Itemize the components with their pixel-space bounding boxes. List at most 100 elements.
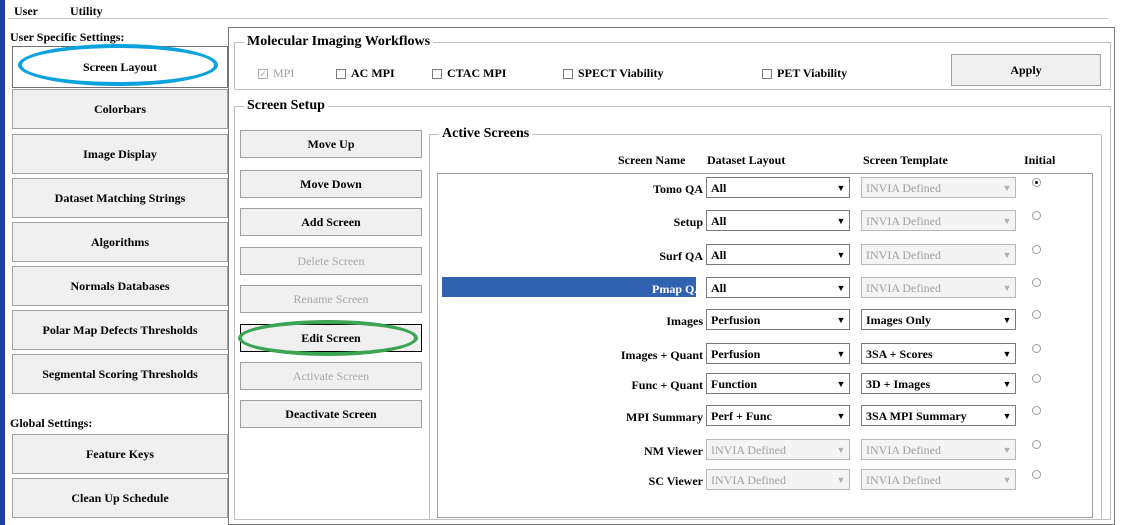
chevron-down-icon[interactable]: ▼ <box>833 278 849 297</box>
initial-radio[interactable] <box>1032 310 1041 319</box>
sidebar-item-colorbars[interactable]: Colorbars <box>12 89 228 129</box>
checkbox-box <box>336 68 346 79</box>
checkbox-spect-viability[interactable]: SPECT Viability <box>563 66 663 81</box>
chevron-down-icon[interactable]: ▼ <box>999 245 1015 264</box>
screen-template-select[interactable]: INVIA Defined ▼ <box>861 244 1016 265</box>
menu-utility[interactable]: Utility <box>70 4 103 19</box>
chevron-down-icon[interactable]: ▼ <box>999 310 1015 329</box>
screen-name-cell: Pmap QA <box>652 282 703 296</box>
checkbox-mpi[interactable]: ✓ MPI <box>258 66 294 81</box>
screen-template-select-value: 3SA MPI Summary <box>866 409 967 423</box>
checkbox-ctac-mpi[interactable]: CTAC MPI <box>432 66 506 81</box>
chevron-down-icon[interactable]: ▼ <box>833 245 849 264</box>
screen-template-select[interactable]: INVIA Defined ▼ <box>861 469 1016 490</box>
table-row[interactable]: Setup All ▼ INVIA Defined ▼ <box>0 209 1121 233</box>
dataset-layout-select[interactable]: All ▼ <box>706 177 850 198</box>
dataset-layout-select[interactable]: All ▼ <box>706 210 850 231</box>
dataset-layout-select[interactable]: Perfusion ▼ <box>706 343 850 364</box>
chevron-down-icon[interactable]: ▼ <box>833 344 849 363</box>
checkbox-ac-mpi[interactable]: AC MPI <box>336 66 395 81</box>
dataset-layout-select[interactable]: Perf + Func ▼ <box>706 405 850 426</box>
dataset-layout-select[interactable]: Function ▼ <box>706 373 850 394</box>
dataset-layout-select-value: Function <box>711 377 758 391</box>
initial-radio[interactable] <box>1032 211 1041 220</box>
initial-radio[interactable] <box>1032 374 1041 383</box>
chevron-down-icon[interactable]: ▼ <box>999 440 1015 459</box>
apply-button[interactable]: Apply <box>951 54 1101 86</box>
initial-radio[interactable] <box>1032 178 1041 187</box>
dataset-layout-select[interactable]: INVIA Defined ▼ <box>706 439 850 460</box>
initial-radio[interactable] <box>1032 344 1041 353</box>
screen-name-cell: NM Viewer <box>644 444 703 458</box>
chevron-down-icon[interactable]: ▼ <box>999 406 1015 425</box>
initial-radio[interactable] <box>1032 470 1041 479</box>
apply-label: Apply <box>1010 62 1042 77</box>
initial-radio[interactable] <box>1032 278 1041 287</box>
screen-template-select[interactable]: INVIA Defined ▼ <box>861 439 1016 460</box>
checkbox-label: CTAC MPI <box>447 66 507 80</box>
screen-template-select[interactable]: INVIA Defined ▼ <box>861 277 1016 298</box>
chevron-down-icon[interactable]: ▼ <box>833 440 849 459</box>
checkbox-pet-viability[interactable]: PET Viability <box>762 66 847 81</box>
dataset-layout-select[interactable]: INVIA Defined ▼ <box>706 469 850 490</box>
table-row[interactable]: Tomo QA All ▼ INVIA Defined ▼ <box>0 176 1121 200</box>
chevron-down-icon[interactable]: ▼ <box>833 374 849 393</box>
table-row[interactable]: Func + Quant Function ▼ 3D + Images ▼ <box>0 372 1121 396</box>
menu-user[interactable]: User <box>14 4 38 19</box>
dataset-layout-select-value: All <box>711 214 727 228</box>
dataset-layout-select-value: INVIA Defined <box>711 473 786 487</box>
chevron-down-icon[interactable]: ▼ <box>833 470 849 489</box>
screen-name-cell: Images + Quant <box>620 348 703 362</box>
initial-radio[interactable] <box>1032 245 1041 254</box>
screen-template-select-value: 3SA + Scores <box>866 347 933 361</box>
dataset-layout-select[interactable]: All ▼ <box>706 277 850 298</box>
menu-bar: User Utility <box>8 2 1108 19</box>
screen-template-select[interactable]: INVIA Defined ▼ <box>861 177 1016 198</box>
chevron-down-icon[interactable]: ▼ <box>999 178 1015 197</box>
dataset-layout-select-value: All <box>711 181 727 195</box>
chevron-down-icon[interactable]: ▼ <box>833 406 849 425</box>
chevron-down-icon[interactable]: ▼ <box>999 470 1015 489</box>
chevron-down-icon[interactable]: ▼ <box>999 374 1015 393</box>
user-settings-label: User Specific Settings: <box>10 30 125 44</box>
dataset-layout-select[interactable]: Perfusion ▼ <box>706 309 850 330</box>
initial-radio[interactable] <box>1032 406 1041 415</box>
table-row[interactable]: Images + Quant Perfusion ▼ 3SA + Scores ▼ <box>0 342 1121 366</box>
dataset-layout-select-value: All <box>711 248 727 262</box>
chevron-down-icon[interactable]: ▼ <box>999 344 1015 363</box>
table-row[interactable]: Surf QA All ▼ INVIA Defined ▼ <box>0 243 1121 267</box>
screen-template-select-value: Images Only <box>866 313 932 327</box>
screen-name-cell: Func + Quant <box>631 378 703 392</box>
table-row[interactable]: NM Viewer INVIA Defined ▼ INVIA Defined ▼ <box>0 438 1121 462</box>
dataset-layout-select-value: INVIA Defined <box>711 443 786 457</box>
screen-template-select[interactable]: Images Only ▼ <box>861 309 1016 330</box>
screen-name-cell: SC Viewer <box>648 474 703 488</box>
chevron-down-icon[interactable]: ▼ <box>999 278 1015 297</box>
table-row[interactable]: Pmap QA All ▼ INVIA Defined ▼ <box>0 276 1121 300</box>
move-up-button[interactable]: Move Up <box>240 130 422 158</box>
initial-radio[interactable] <box>1032 440 1041 449</box>
sidebar-item-label: Image Display <box>83 146 157 161</box>
screen-template-select-value: INVIA Defined <box>866 248 941 262</box>
checkbox-box <box>563 68 573 79</box>
table-row[interactable]: SC Viewer INVIA Defined ▼ INVIA Defined ▼ <box>0 468 1121 492</box>
chevron-down-icon[interactable]: ▼ <box>999 211 1015 230</box>
highlight-ellipse-green <box>238 320 418 356</box>
workflows-title: Molecular Imaging Workflows <box>244 34 434 50</box>
screen-template-select[interactable]: INVIA Defined ▼ <box>861 210 1016 231</box>
screen-template-select[interactable]: 3SA MPI Summary ▼ <box>861 405 1016 426</box>
table-row[interactable]: MPI Summary Perf + Func ▼ 3SA MPI Summary ▼ <box>0 404 1121 428</box>
dataset-layout-select[interactable]: All ▼ <box>706 244 850 265</box>
checkbox-label: SPECT Viability <box>578 66 664 80</box>
screen-template-select[interactable]: 3SA + Scores ▼ <box>861 343 1016 364</box>
table-row[interactable]: Images Perfusion ▼ Images Only ▼ <box>0 308 1121 332</box>
column-header-screen-template: Screen Template <box>863 153 948 167</box>
chevron-down-icon[interactable]: ▼ <box>833 178 849 197</box>
screen-name-cell: Images <box>666 314 703 328</box>
chevron-down-icon[interactable]: ▼ <box>833 310 849 329</box>
screen-template-select[interactable]: 3D + Images ▼ <box>861 373 1016 394</box>
checkbox-label: PET Viability <box>777 66 848 80</box>
chevron-down-icon[interactable]: ▼ <box>833 211 849 230</box>
sidebar-item-image-display[interactable]: Image Display <box>12 134 228 174</box>
screen-name-cell: Tomo QA <box>653 182 703 196</box>
